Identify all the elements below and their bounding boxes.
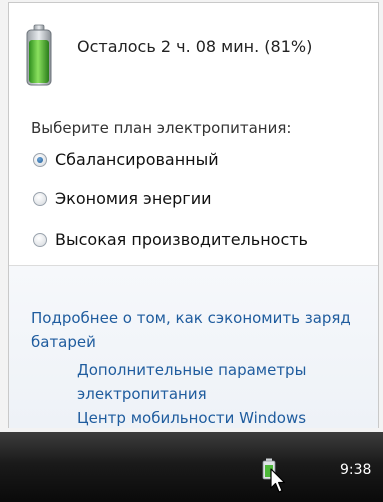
- taskbar-clock[interactable]: 9:38: [340, 462, 371, 478]
- link-power-options[interactable]: Дополнительные параметры: [77, 361, 306, 379]
- power-flyout: Осталось 2 ч. 08 мин. (81%) Выберите пла…: [8, 2, 379, 428]
- radio-power-saver[interactable]: [33, 191, 47, 206]
- plan-option-high-performance[interactable]: Высокая производительность: [33, 230, 308, 249]
- battery-status-section: Осталось 2 ч. 08 мин. (81%) Выберите пла…: [9, 3, 378, 265]
- plan-label-balanced: Сбалансированный: [55, 150, 219, 169]
- plan-label-high-performance: Высокая производительность: [55, 230, 308, 249]
- link-save-battery-cont[interactable]: батарей: [31, 333, 96, 351]
- taskbar: 9:38: [0, 432, 383, 502]
- radio-balanced[interactable]: [33, 152, 47, 167]
- link-save-battery[interactable]: Подробнее о том, как сэкономить заряд: [31, 309, 351, 327]
- plan-option-balanced[interactable]: Сбалансированный: [33, 150, 219, 169]
- radio-high-performance[interactable]: [33, 232, 47, 247]
- plan-label-power-saver: Экономия энергии: [55, 189, 212, 208]
- mouse-pointer-icon: [270, 468, 286, 493]
- battery-status-text: Осталось 2 ч. 08 мин. (81%): [77, 37, 313, 56]
- plan-option-power-saver[interactable]: Экономия энергии: [33, 189, 212, 208]
- battery-icon: [26, 24, 52, 86]
- plan-prompt: Выберите план электропитания:: [31, 119, 292, 137]
- link-mobility-center[interactable]: Центр мобильности Windows: [77, 409, 306, 427]
- link-power-options-cont[interactable]: электропитания: [77, 385, 207, 403]
